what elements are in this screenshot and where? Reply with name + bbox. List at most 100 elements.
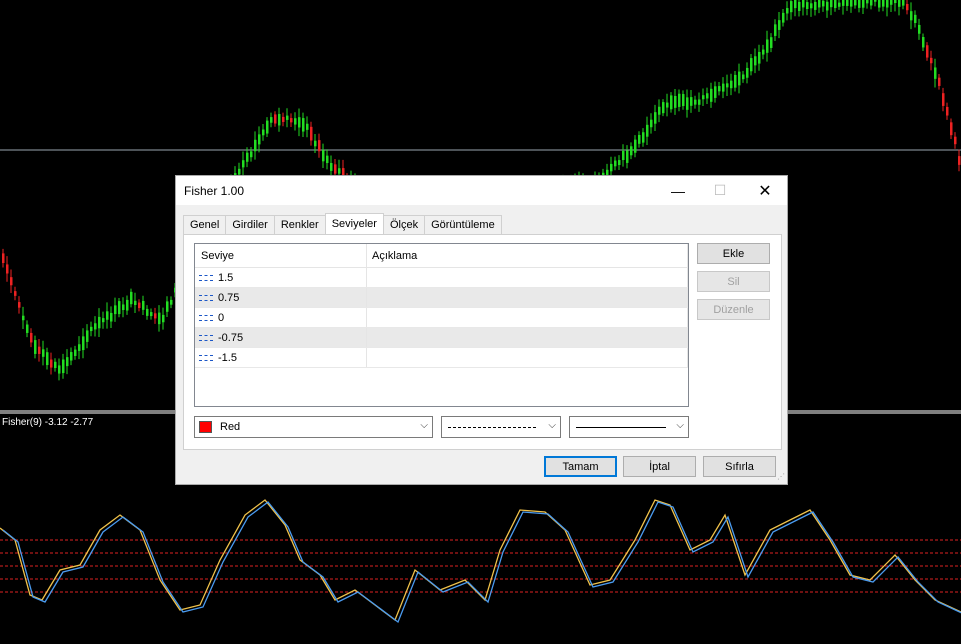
candle-body xyxy=(658,106,661,115)
line-width-select[interactable]: ⌵ xyxy=(569,416,689,438)
tab-olcek[interactable]: Ölçek xyxy=(383,215,425,234)
levels-list[interactable]: Seviye Açıklama 1.5 0.75 0 -0.75 -1.5 xyxy=(194,243,689,407)
candle-body xyxy=(882,0,885,7)
minimize-icon[interactable]: — xyxy=(655,176,701,205)
table-row[interactable]: 0.75 xyxy=(195,288,688,308)
table-row[interactable]: -1.5 xyxy=(195,348,688,368)
ok-button[interactable]: Tamam xyxy=(544,456,617,477)
candle-body xyxy=(70,352,73,361)
candle-body xyxy=(770,37,773,48)
tab-seviyeler[interactable]: Seviyeler xyxy=(324,213,384,234)
candle-body xyxy=(34,340,37,354)
candle-body xyxy=(786,8,789,14)
candle-body xyxy=(754,56,757,66)
candle-body xyxy=(846,0,849,6)
candle-body xyxy=(858,0,861,8)
candle-body xyxy=(766,39,769,53)
candle-body xyxy=(802,0,805,8)
tab-renkler[interactable]: Renkler xyxy=(273,215,325,234)
candle-body xyxy=(258,134,261,145)
table-row[interactable]: 0 xyxy=(195,308,688,328)
candle-body xyxy=(822,0,825,7)
candle-body xyxy=(42,349,45,357)
candle-body xyxy=(134,300,137,305)
level-description xyxy=(367,348,688,367)
candle-body xyxy=(46,352,49,366)
dialog-title: Fisher 1.00 xyxy=(184,183,245,198)
candle-body xyxy=(62,359,65,374)
candle-body xyxy=(54,361,57,369)
candle-body xyxy=(686,97,689,110)
candle-body xyxy=(626,150,629,163)
table-row[interactable]: 1.5 xyxy=(195,268,688,288)
candle-body xyxy=(250,151,253,158)
candle-body xyxy=(618,160,621,166)
candle-body xyxy=(238,168,241,175)
candle-body xyxy=(638,134,641,144)
candle-body xyxy=(878,0,881,8)
candle-body xyxy=(654,112,657,124)
color-select[interactable]: Red ⌵ xyxy=(194,416,433,438)
candle-body xyxy=(314,140,317,147)
candle-body xyxy=(714,86,717,98)
candle-body xyxy=(874,0,877,2)
candle-body xyxy=(98,316,101,329)
column-header-level[interactable]: Seviye xyxy=(195,244,367,267)
tab-goruntuleme[interactable]: Görüntüleme xyxy=(424,215,502,234)
close-icon[interactable]: ✕ xyxy=(742,176,788,205)
candle-body xyxy=(902,0,905,6)
candle-body xyxy=(726,83,729,88)
candle-body xyxy=(758,51,761,64)
level-description xyxy=(367,308,688,327)
candle-body xyxy=(294,118,297,125)
solid-line-preview xyxy=(576,426,666,428)
candle-body xyxy=(158,312,161,325)
candle-body xyxy=(74,349,77,356)
cancel-button[interactable]: İptal xyxy=(623,456,696,477)
candle-body xyxy=(18,302,21,308)
column-header-description[interactable]: Açıklama xyxy=(367,244,688,267)
candle-body xyxy=(694,99,697,105)
candle-body xyxy=(274,114,277,124)
line-style-select[interactable]: ⌵ xyxy=(441,416,561,438)
candle-body xyxy=(762,49,765,55)
candle-body xyxy=(22,315,25,321)
candle-body xyxy=(690,97,693,106)
candle-body xyxy=(650,119,653,128)
resize-grip-icon[interactable]: ⋰ xyxy=(775,472,785,482)
candle-body xyxy=(86,330,89,342)
candle-body xyxy=(334,164,337,174)
tab-genel[interactable]: Genel xyxy=(183,215,226,234)
candle-body xyxy=(698,99,701,105)
candle-body xyxy=(318,140,321,152)
candle-body xyxy=(930,57,933,64)
add-level-button[interactable]: Ekle xyxy=(697,243,770,264)
candle-body xyxy=(278,114,281,126)
candle-body xyxy=(6,264,9,274)
candle-body xyxy=(282,116,285,122)
candle-body xyxy=(782,12,785,23)
candle-body xyxy=(170,299,173,305)
tab-girdiler[interactable]: Girdiler xyxy=(225,215,274,234)
candle-body xyxy=(306,123,309,130)
color-select-value: Red xyxy=(220,421,241,433)
candle-body xyxy=(750,58,753,72)
candle-body xyxy=(326,155,329,164)
candle-body xyxy=(614,160,617,167)
candle-body xyxy=(122,304,125,311)
reset-button[interactable]: Sıfırla xyxy=(703,456,776,477)
dialog-titlebar[interactable]: Fisher 1.00 — ☐ ✕ xyxy=(176,176,787,205)
candle-body xyxy=(298,117,301,128)
candle-body xyxy=(722,83,725,92)
delete-level-button: Sil xyxy=(697,271,770,292)
candle-body xyxy=(774,24,777,36)
level-description xyxy=(367,328,688,347)
candle-body xyxy=(150,312,153,317)
levels-tab-page: Seviye Açıklama 1.5 0.75 0 -0.75 -1.5 Ek… xyxy=(183,234,782,450)
table-row[interactable]: -0.75 xyxy=(195,328,688,348)
level-value: 0.75 xyxy=(218,291,240,304)
level-value: -0.75 xyxy=(218,331,244,344)
candle-body xyxy=(886,0,889,8)
candle-body xyxy=(270,117,273,123)
candle-body xyxy=(662,102,665,114)
